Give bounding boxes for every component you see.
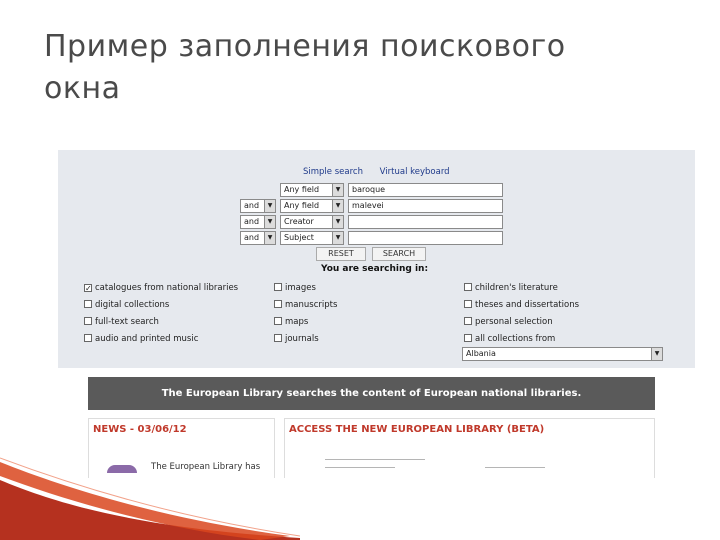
search-top-links: Simple search Virtual keyboard	[303, 167, 464, 177]
collection-label: maps	[285, 317, 309, 327]
field-select-3-value: Creator	[284, 217, 314, 226]
collection-checkbox[interactable]: personal selection	[464, 317, 553, 328]
collection-label: full-text search	[95, 317, 159, 327]
collection-label: journals	[285, 334, 319, 344]
field-select-3[interactable]: Creator ▼	[280, 215, 344, 229]
collection-label: theses and dissertations	[475, 300, 580, 310]
screenshot-preview-line	[325, 467, 395, 468]
chevron-down-icon: ▼	[332, 232, 343, 244]
checkbox-icon	[274, 300, 282, 308]
field-select-2-value: Any field	[284, 201, 320, 210]
checkbox-icon	[274, 317, 282, 325]
country-select[interactable]: Albania ▼	[462, 347, 663, 361]
screenshot-preview-line	[325, 459, 425, 460]
checkbox-icon	[464, 317, 472, 325]
collection-label: children's literature	[475, 283, 558, 293]
collection-label: catalogues from national libraries	[95, 283, 239, 293]
chevron-down-icon: ▼	[264, 200, 275, 212]
collection-checkbox[interactable]: full-text search	[84, 317, 159, 328]
search-term-3[interactable]	[348, 215, 503, 229]
field-select-1[interactable]: Any field ▼	[280, 183, 344, 197]
access-heading[interactable]: ACCESS THE NEW EUROPEAN LIBRARY (BETA)	[285, 419, 654, 440]
library-banner: The European Library searches the conten…	[88, 377, 655, 410]
reset-button[interactable]: RESET	[316, 247, 366, 261]
chevron-down-icon: ▼	[332, 216, 343, 228]
collection-checkbox[interactable]: maps	[274, 317, 308, 328]
country-select-value: Albania	[466, 349, 496, 358]
collection-checkbox[interactable]: audio and printed music	[84, 334, 198, 345]
chevron-down-icon: ▼	[332, 200, 343, 212]
screenshot-preview-line	[485, 467, 545, 468]
checkbox-icon	[84, 334, 92, 342]
chevron-down-icon: ▼	[264, 232, 275, 244]
search-term-1[interactable]: baroque	[348, 183, 503, 197]
collection-label: manuscripts	[285, 300, 338, 310]
boolean-select-3-value: and	[244, 217, 260, 226]
checkbox-icon	[464, 283, 472, 291]
search-button[interactable]: SEARCH	[372, 247, 426, 261]
field-select-4[interactable]: Subject ▼	[280, 231, 344, 245]
news-heading[interactable]: NEWS - 03/06/12	[89, 419, 274, 440]
field-select-1-value: Any field	[284, 185, 320, 194]
checkbox-checked-icon: ✓	[84, 284, 92, 293]
collection-checkbox[interactable]: manuscripts	[274, 300, 337, 311]
collection-label: all collections from	[475, 334, 556, 344]
boolean-select-4[interactable]: and ▼	[240, 231, 276, 245]
collection-label: digital collections	[95, 300, 170, 310]
collection-checkbox[interactable]: digital collections	[84, 300, 169, 311]
checkbox-icon	[464, 334, 472, 342]
field-select-2[interactable]: Any field ▼	[280, 199, 344, 213]
search-panel: Simple search Virtual keyboard Any field…	[58, 150, 695, 368]
collection-checkbox[interactable]: theses and dissertations	[464, 300, 579, 311]
boolean-select-2-value: and	[244, 201, 260, 210]
field-select-4-value: Subject	[284, 233, 314, 242]
search-term-2[interactable]: malevei	[348, 199, 503, 213]
boolean-select-4-value: and	[244, 233, 260, 242]
collection-checkbox[interactable]: all collections from	[464, 334, 555, 345]
checkbox-icon	[274, 283, 282, 291]
boolean-select-2[interactable]: and ▼	[240, 199, 276, 213]
checkbox-icon	[84, 317, 92, 325]
chevron-down-icon: ▼	[332, 184, 343, 196]
collection-label: personal selection	[475, 317, 553, 327]
chevron-down-icon: ▼	[264, 216, 275, 228]
checkbox-icon	[84, 300, 92, 308]
checkbox-icon	[464, 300, 472, 308]
chevron-down-icon: ▼	[651, 348, 662, 360]
virtual-keyboard-link[interactable]: Virtual keyboard	[380, 167, 450, 177]
boolean-select-3[interactable]: and ▼	[240, 215, 276, 229]
search-term-4[interactable]	[348, 231, 503, 245]
slide-title: Пример заполнения поискового окна	[44, 29, 566, 106]
decorative-swoosh	[0, 457, 300, 540]
access-box: ACCESS THE NEW EUROPEAN LIBRARY (BETA)	[284, 418, 655, 478]
collection-label: images	[285, 283, 316, 293]
collection-checkbox[interactable]: images	[274, 283, 316, 294]
searching-in-label: You are searching in:	[321, 264, 429, 274]
collection-checkbox[interactable]: ✓ catalogues from national libraries	[84, 283, 238, 294]
checkbox-icon	[274, 334, 282, 342]
collection-checkbox[interactable]: children's literature	[464, 283, 558, 294]
collection-checkbox[interactable]: journals	[274, 334, 319, 345]
simple-search-link[interactable]: Simple search	[303, 167, 363, 177]
collection-label: audio and printed music	[95, 334, 199, 344]
